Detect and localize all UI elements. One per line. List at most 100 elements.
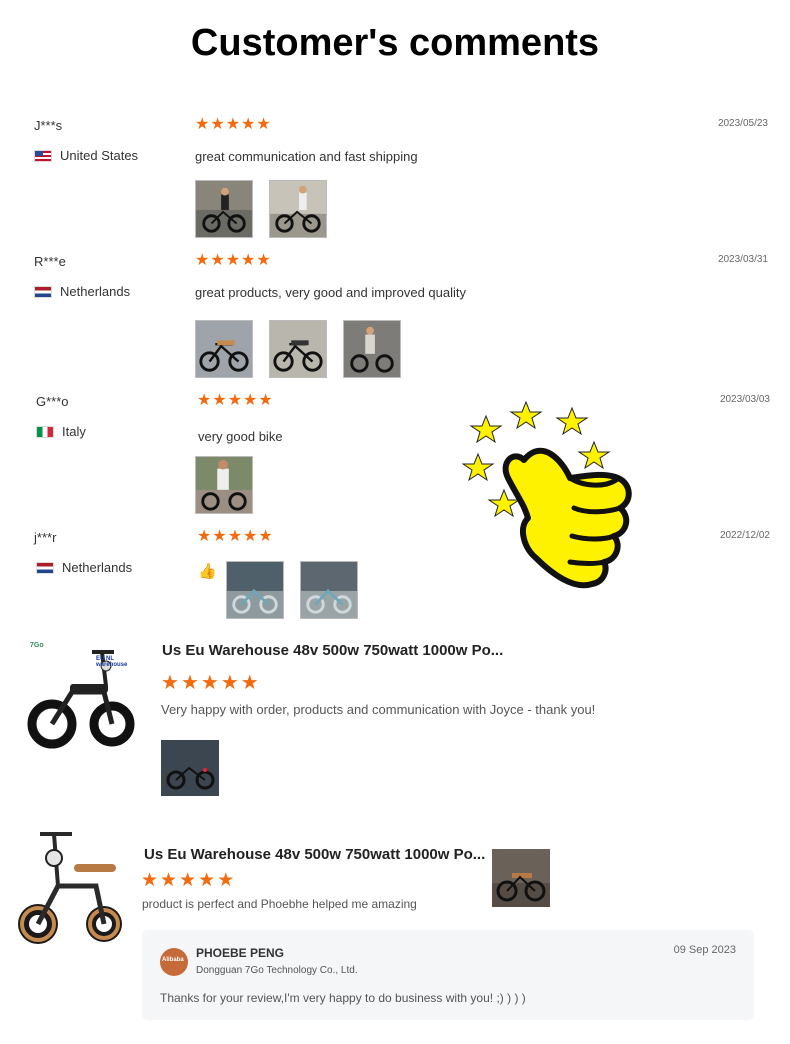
star-icon: ★ [200, 672, 219, 694]
star-rating: ★ ★ ★ ★ ★ [195, 116, 271, 134]
product-title[interactable]: Us Eu Warehouse 48v 500w 750watt 1000w P… [144, 846, 485, 863]
star-icon: ★ [197, 392, 212, 409]
star-icon: ★ [241, 116, 256, 133]
product-review: 7Go EU NL warehouse Us Eu Warehouse 48v … [0, 636, 790, 806]
star-icon: ★ [225, 116, 241, 133]
country-label: Netherlands [60, 284, 131, 299]
star-icon: ★ [180, 672, 199, 694]
thumbs-up-stars-illustration [462, 400, 632, 589]
review-photos [226, 561, 358, 619]
star-icon: ★ [227, 392, 243, 409]
star-icon [462, 452, 495, 482]
thumbs-up-icon: 👍 [198, 563, 217, 580]
reviewer-country: Netherlands [36, 560, 132, 575]
product-image[interactable] [14, 826, 126, 948]
star-icon: ★ [141, 870, 159, 891]
star-icon: ★ [256, 116, 271, 133]
reviewer-name: R***e [34, 254, 66, 269]
star-icon: ★ [258, 392, 273, 409]
page-title: Customer's comments [190, 22, 600, 64]
review-date: 2023/03/31 [717, 254, 768, 265]
star-icon: ★ [197, 528, 212, 545]
star-icon: ★ [258, 528, 273, 545]
review-photo[interactable] [492, 849, 550, 907]
us-flag-icon [34, 149, 52, 162]
avatar: Alibaba [160, 948, 188, 976]
reviewer-country: United States [34, 148, 138, 163]
reply-text: Thanks for your review,I'm very happy to… [160, 991, 526, 1005]
star-icon: ★ [210, 116, 225, 133]
star-icon: ★ [220, 672, 239, 694]
review-text: great products, very good and improved q… [195, 285, 466, 300]
review-photo[interactable] [269, 320, 327, 378]
reply-date: 09 Sep 2023 [673, 944, 736, 956]
star-icon: ★ [179, 870, 197, 891]
country-label: United States [60, 148, 139, 163]
country-label: Netherlands [62, 560, 133, 575]
star-icon: ★ [217, 870, 235, 891]
review-photo[interactable] [161, 740, 219, 796]
star-rating: ★ ★ ★ ★ ★ [195, 252, 271, 270]
star-icon: ★ [227, 528, 243, 545]
reply-company: Dongguan 7Go Technology Co., Ltd. [196, 965, 358, 976]
review-photos [195, 456, 253, 514]
star-icon: ★ [198, 870, 216, 891]
star-icon: ★ [241, 252, 256, 269]
review-text: great communication and fast shipping [195, 149, 418, 164]
star-icon: ★ [195, 252, 210, 269]
star-icon: ★ [212, 528, 227, 545]
review-date: 2023/05/23 [717, 118, 768, 129]
reviewer-name: J***s [34, 118, 63, 133]
review-photo[interactable] [195, 320, 253, 378]
warehouse-badge: 7Go [30, 642, 44, 649]
review-photo[interactable] [343, 320, 401, 378]
star-icon: ★ [225, 252, 241, 269]
star-icon: ★ [243, 528, 258, 545]
review-photo[interactable] [226, 561, 284, 619]
reviewer-name: j***r [34, 530, 57, 545]
star-rating: ★ ★ ★ ★ ★ [197, 392, 273, 410]
star-rating: ★ ★ ★ ★ ★ [161, 673, 259, 693]
review-photo[interactable] [195, 456, 253, 514]
review-text: very good bike [198, 429, 283, 444]
star-icon: ★ [256, 252, 271, 269]
review-text: product is perfect and Phoebhe helped me… [142, 897, 417, 911]
reviewer-country: Netherlands [34, 284, 130, 299]
review-date: 2023/03/03 [719, 394, 770, 405]
review-photos [195, 180, 327, 238]
star-icon [555, 406, 589, 436]
star-icon: ★ [240, 672, 259, 694]
review-date: 2022/12/02 [719, 530, 770, 541]
nl-flag-icon [36, 561, 54, 574]
star-icon [469, 414, 503, 444]
review-item: R***e Netherlands ★ ★ ★ ★ ★ 2023/03/31 great… [0, 252, 790, 390]
product-title[interactable]: Us Eu Warehouse 48v 500w 750watt 1000w P… [162, 642, 503, 659]
star-icon: ★ [160, 870, 178, 891]
review-photos [195, 320, 401, 378]
star-rating: ★ ★ ★ ★ ★ [141, 871, 234, 891]
country-label: Italy [62, 424, 86, 439]
nl-flag-icon [34, 285, 52, 298]
it-flag-icon [36, 425, 54, 438]
product-review: Us Eu Warehouse 48v 500w 750watt 1000w P… [0, 824, 790, 948]
review-photo[interactable] [195, 180, 253, 238]
reviewer-country: Italy [36, 424, 86, 439]
star-icon: ★ [243, 392, 258, 409]
avatar-label: Alibaba [162, 957, 184, 963]
star-icon [577, 440, 611, 470]
review-item: G***o Italy ★ ★ ★ ★ ★ 2023/03/03 very good b… [0, 392, 790, 530]
review-photo[interactable] [300, 561, 358, 619]
star-icon: ★ [195, 116, 210, 133]
review-item: J***s United States ★ ★ ★ ★ ★ 2023/05/23 gre… [0, 116, 790, 254]
star-icon [509, 400, 543, 430]
reply-author: PHOEBE PENG [196, 946, 285, 960]
review-text: Very happy with order, products and comm… [161, 702, 596, 717]
warehouse-badge-label: EU NL warehouse [96, 656, 128, 668]
star-icon: ★ [161, 672, 179, 694]
star-icon: ★ [212, 392, 227, 409]
seller-reply: Alibaba PHOEBE PENG Dongguan 7Go Technol… [142, 930, 754, 1020]
review-photo[interactable] [269, 180, 327, 238]
star-icon: ★ [210, 252, 225, 269]
star-rating: ★ ★ ★ ★ ★ [197, 528, 273, 546]
reviewer-name: G***o [36, 394, 69, 409]
